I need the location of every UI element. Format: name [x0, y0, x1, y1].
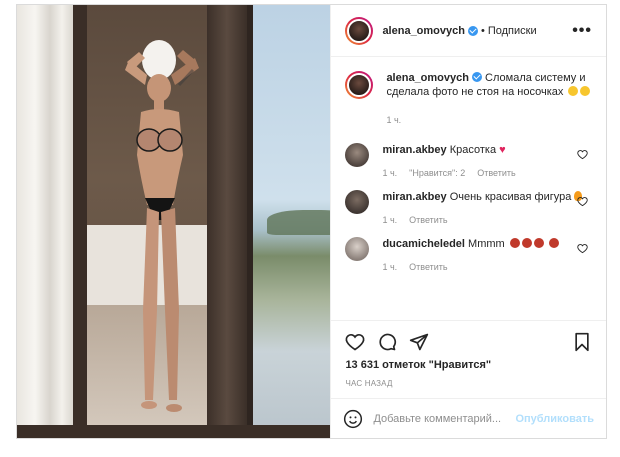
- more-icon[interactable]: •••: [572, 22, 592, 40]
- devil-emoji-icon: [533, 238, 544, 248]
- comment-username[interactable]: miran.akbey: [382, 144, 446, 156]
- commenter-avatar[interactable]: [345, 190, 370, 214]
- comment-time[interactable]: 1 ч.: [382, 260, 397, 274]
- verified-icon: [467, 25, 478, 36]
- comment-icon[interactable]: [377, 332, 397, 352]
- author-avatar[interactable]: [345, 16, 374, 45]
- photo-window-frame: [247, 5, 253, 438]
- comments-list: alena_omovych Сломала систему и сделала …: [331, 57, 606, 320]
- post-dialog: alena_omovych • Подписки ••• alena_omovy…: [16, 4, 607, 439]
- comment-text: Mmmm: [468, 238, 505, 250]
- commenter-avatar[interactable]: [345, 143, 370, 167]
- comment-text: Красотка: [449, 144, 497, 156]
- comment-likes[interactable]: "Нравится": 2: [409, 166, 465, 180]
- likes-label: отметок "Нравится": [382, 359, 492, 371]
- likes-number: 13 631: [345, 359, 380, 371]
- reply-button[interactable]: Ответить: [477, 166, 515, 180]
- red-heart-emoji-icon: ♥: [499, 144, 506, 156]
- follow-button[interactable]: Подписки: [488, 25, 537, 37]
- photo-person: [125, 40, 199, 412]
- reply-button[interactable]: Ответить: [409, 260, 447, 274]
- comment-composer: Опубликовать: [331, 398, 606, 438]
- devil-emoji-icon: [521, 238, 532, 248]
- caption-row: alena_omovych Сломала систему и сделала …: [345, 71, 592, 133]
- likes-count[interactable]: 13 631 отметок "Нравится": [345, 359, 592, 371]
- emoji-icon[interactable]: [343, 409, 363, 429]
- caption-username[interactable]: alena_omovych: [386, 72, 469, 84]
- comment-row: miran.akbey Красотка ♥ 1 ч. "Нравится": …: [345, 143, 592, 180]
- share-icon[interactable]: [409, 332, 429, 352]
- emoji-icon: [580, 86, 591, 96]
- photo-doorframe-left: [73, 5, 87, 438]
- devil-emoji-icon: [548, 238, 559, 248]
- like-comment-heart-icon[interactable]: [577, 243, 588, 254]
- heart-icon[interactable]: [345, 332, 365, 352]
- photo-curtain: [17, 5, 77, 438]
- caption-time[interactable]: 1 ч.: [386, 113, 401, 127]
- comment-username[interactable]: ducamicheledel: [382, 238, 465, 250]
- photo-trees: [267, 210, 331, 235]
- separator-dot: •: [480, 24, 485, 37]
- post-sidebar: alena_omovych • Подписки ••• alena_omovy…: [330, 5, 606, 438]
- comment-row: miran.akbey Очень красивая фигура 1 ч. О…: [345, 190, 592, 227]
- author-avatar[interactable]: [345, 71, 374, 99]
- comment-text: Очень красивая фигура: [449, 191, 572, 203]
- verified-icon: [471, 72, 482, 82]
- like-comment-heart-icon[interactable]: [577, 196, 588, 207]
- commenter-avatar[interactable]: [345, 237, 370, 261]
- comment-time[interactable]: 1 ч.: [382, 166, 397, 180]
- post-timestamp[interactable]: час назад: [345, 379, 592, 388]
- comment-input[interactable]: [373, 412, 516, 425]
- post-header: alena_omovych • Подписки •••: [331, 5, 606, 57]
- devil-emoji-icon: [509, 238, 520, 248]
- author-username[interactable]: alena_omovych: [382, 25, 465, 37]
- emoji-icon: [568, 86, 579, 96]
- comment-time[interactable]: 1 ч.: [382, 213, 397, 227]
- comment-row: ducamicheledel Mmmm 1 ч. Ответить: [345, 237, 592, 274]
- comment-username[interactable]: miran.akbey: [382, 191, 446, 203]
- bookmark-icon[interactable]: [572, 332, 592, 352]
- post-photo[interactable]: [17, 5, 331, 438]
- action-bar: 13 631 отметок "Нравится" час назад: [331, 320, 606, 398]
- photo-sill: [17, 425, 331, 438]
- like-comment-heart-icon[interactable]: [577, 149, 588, 160]
- reply-button[interactable]: Ответить: [409, 213, 447, 227]
- publish-button[interactable]: Опубликовать: [515, 413, 594, 425]
